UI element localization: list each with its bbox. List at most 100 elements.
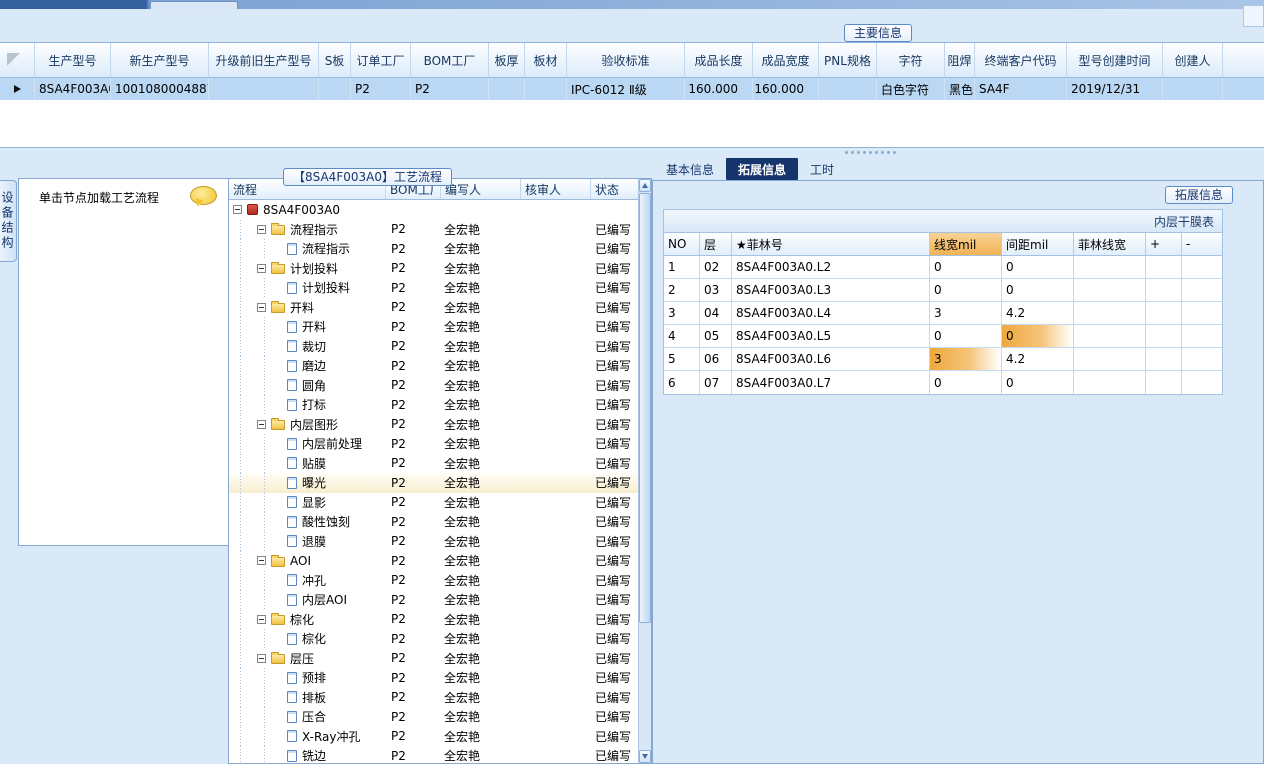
flow-tree-row[interactable]: 预排 P2 全宏艳 已编写 <box>229 668 638 688</box>
detail-table-row[interactable]: 1 02 8SA4F003A0.L2 0 0 <box>664 256 1222 279</box>
flow-node-cell[interactable]: 显影 <box>229 492 386 512</box>
flow-cell-reviewer[interactable] <box>521 668 591 688</box>
flow-tree-row[interactable]: 流程指示 P2 全宏艳 已编写 <box>229 219 638 240</box>
flow-tree-row[interactable]: 冲孔 P2 全宏艳 已编写 <box>229 570 638 590</box>
detail-cell-film_lw[interactable] <box>1074 325 1146 347</box>
tab-basic-info[interactable]: 基本信息 <box>654 158 726 180</box>
flow-cell-bom-factory[interactable]: P2 <box>386 454 441 474</box>
flow-tree-row[interactable]: 裁切 P2 全宏艳 已编写 <box>229 336 638 357</box>
detail-cell-no[interactable]: 4 <box>664 325 700 347</box>
flow-cell-status[interactable]: 已编写 <box>591 356 638 376</box>
flow-cell-reviewer[interactable] <box>521 707 591 727</box>
flow-cell-status[interactable]: 已编写 <box>591 532 638 552</box>
flow-cell-status[interactable]: 已编写 <box>591 376 638 396</box>
flow-cell-status[interactable]: 已编写 <box>591 278 638 298</box>
detail-col-header-gap[interactable]: 间距mil <box>1002 233 1074 255</box>
flow-cell-bom-factory[interactable]: P2 <box>386 746 441 763</box>
flow-cell-reviewer[interactable] <box>521 434 591 454</box>
flow-cell-status[interactable]: 已编写 <box>591 551 638 571</box>
tree-expander-icon[interactable] <box>257 302 266 312</box>
flow-cell-reviewer[interactable] <box>521 512 591 532</box>
flow-tree-row[interactable]: 圆角 P2 全宏艳 已编写 <box>229 375 638 396</box>
main-grid-cell[interactable]: 10010800048870 <box>111 78 209 100</box>
detail-cell-film_lw[interactable] <box>1074 279 1146 301</box>
flow-cell-status[interactable]: 已编写 <box>591 220 638 240</box>
scrollbar-thumb[interactable] <box>639 193 651 623</box>
flow-cell-status[interactable]: 已编写 <box>591 629 638 649</box>
flow-cell-reviewer[interactable] <box>521 610 591 630</box>
flow-cell-reviewer[interactable] <box>521 629 591 649</box>
detail-col-header-film_lw[interactable]: 菲林线宽 <box>1074 233 1146 255</box>
flow-cell-status[interactable]: 已编写 <box>591 473 638 493</box>
horizontal-splitter[interactable] <box>0 148 1264 157</box>
detail-cell-no[interactable]: 5 <box>664 348 700 370</box>
main-grid-cell[interactable]: 160.000 <box>753 78 819 100</box>
main-grid-col-header[interactable]: 订单工厂 <box>351 43 411 77</box>
detail-cell-film[interactable]: 8SA4F003A0.L6 <box>732 348 930 370</box>
tree-expander-icon[interactable] <box>257 614 266 624</box>
flow-tree-row[interactable]: X-Ray冲孔 P2 全宏艳 已编写 <box>229 726 638 747</box>
detail-cell-line_width[interactable]: 0 <box>930 371 1002 394</box>
flow-node-cell[interactable]: 开料 <box>229 317 386 337</box>
detail-col-header-no[interactable]: NO <box>664 233 700 255</box>
detail-cell-no[interactable]: 6 <box>664 371 700 394</box>
flow-cell-bom-factory[interactable]: P2 <box>386 317 441 337</box>
main-grid-cell-filler[interactable] <box>1223 78 1264 100</box>
detail-table-row[interactable]: 6 07 8SA4F003A0.L7 0 0 <box>664 371 1222 394</box>
detail-cell-minus[interactable] <box>1182 256 1222 278</box>
flow-node-cell[interactable]: 8SA4F003A0 <box>229 200 386 220</box>
detail-cell-film[interactable]: 8SA4F003A0.L2 <box>732 256 930 278</box>
flow-cell-reviewer[interactable] <box>521 259 591 279</box>
flow-cell-status[interactable]: 已编写 <box>591 727 638 747</box>
detail-cell-line_width[interactable]: 0 <box>930 279 1002 301</box>
flow-cell-status[interactable]: 已编写 <box>591 493 638 513</box>
flow-cell-writer[interactable]: 全宏艳 <box>441 356 521 376</box>
flow-cell-reviewer[interactable] <box>521 590 591 610</box>
flow-node-cell[interactable]: 计划投料 <box>229 278 386 298</box>
flow-header-reviewer[interactable]: 核审人 <box>521 179 591 199</box>
detail-cell-film[interactable]: 8SA4F003A0.L5 <box>732 325 930 347</box>
flow-cell-bom-factory[interactable]: P2 <box>386 298 441 318</box>
detail-cell-layer[interactable]: 06 <box>700 348 732 370</box>
flow-node-cell[interactable]: 裁切 <box>229 336 386 356</box>
detail-cell-line_width[interactable]: 3 <box>930 302 1002 324</box>
flow-node-cell[interactable]: 流程指示 <box>229 239 386 259</box>
main-grid-cell[interactable] <box>209 78 319 100</box>
flow-cell-status[interactable]: 已编写 <box>591 337 638 357</box>
flow-cell-bom-factory[interactable]: P2 <box>386 395 441 415</box>
flow-cell-bom-factory[interactable]: P2 <box>386 376 441 396</box>
flow-node-cell[interactable]: 内层图形 <box>229 414 386 434</box>
flow-tree-row[interactable]: 计划投料 P2 全宏艳 已编写 <box>229 258 638 279</box>
flow-cell-writer[interactable]: 全宏艳 <box>441 317 521 337</box>
main-grid-col-header[interactable]: 成品宽度 <box>753 43 819 77</box>
detail-cell-minus[interactable] <box>1182 279 1222 301</box>
tree-expander-icon[interactable] <box>257 263 266 273</box>
flow-cell-writer[interactable]: 全宏艳 <box>441 454 521 474</box>
flow-cell-status[interactable]: 已编写 <box>591 707 638 727</box>
flow-node-cell[interactable]: 酸性蚀刻 <box>229 512 386 532</box>
flow-cell-reviewer[interactable] <box>521 317 591 337</box>
main-grid-cell[interactable]: 160.000 <box>685 78 753 100</box>
main-grid-cell[interactable] <box>319 78 351 100</box>
flow-node-cell[interactable]: 冲孔 <box>229 570 386 590</box>
main-grid-cell[interactable]: IPC-6012 Ⅱ级 <box>567 78 685 100</box>
main-grid-col-header[interactable]: 生产型号 <box>35 43 111 77</box>
detail-cell-film[interactable]: 8SA4F003A0.L3 <box>732 279 930 301</box>
main-grid-col-header[interactable]: 板材 <box>525 43 567 77</box>
flow-cell-reviewer[interactable] <box>521 649 591 669</box>
flow-cell-reviewer[interactable] <box>521 356 591 376</box>
flow-tree-row[interactable]: 内层AOI P2 全宏艳 已编写 <box>229 590 638 610</box>
flow-cell-writer[interactable] <box>441 200 521 220</box>
flow-cell-reviewer[interactable] <box>521 200 591 220</box>
detail-cell-minus[interactable] <box>1182 371 1222 394</box>
flow-cell-writer[interactable]: 全宏艳 <box>441 551 521 571</box>
main-grid-col-header[interactable]: 型号创建时间 <box>1067 43 1163 77</box>
tree-expander-icon[interactable] <box>257 224 266 234</box>
detail-cell-gap[interactable]: 4.2 <box>1002 348 1074 370</box>
detail-col-header-film[interactable]: ★菲林号 <box>732 233 930 255</box>
flow-cell-bom-factory[interactable]: P2 <box>386 434 441 454</box>
main-grid-col-header[interactable]: 创建人 <box>1163 43 1223 77</box>
detail-cell-no[interactable]: 3 <box>664 302 700 324</box>
flow-cell-status[interactable]: 已编写 <box>591 668 638 688</box>
flow-cell-writer[interactable]: 全宏艳 <box>441 532 521 552</box>
